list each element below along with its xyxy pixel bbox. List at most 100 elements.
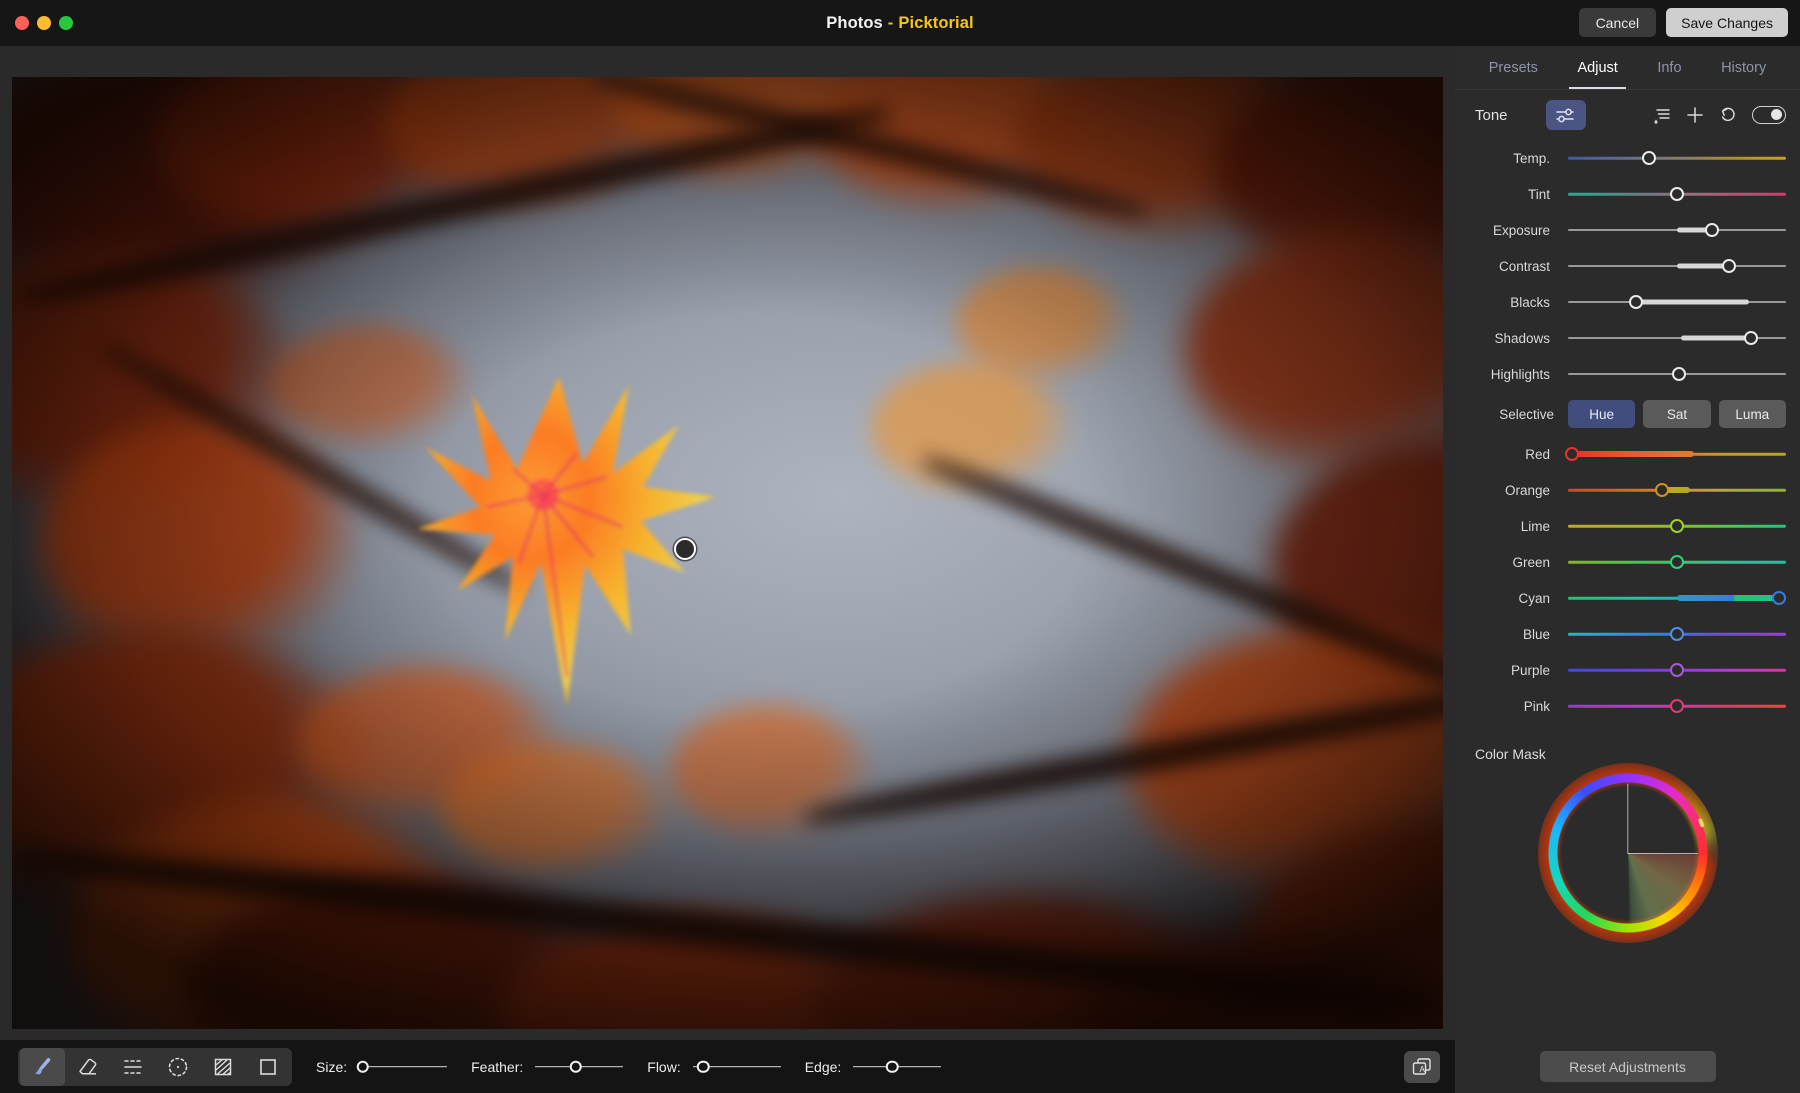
sliders-icon[interactable] bbox=[1546, 100, 1586, 130]
color-slider-row-green: Green bbox=[1455, 544, 1800, 580]
slider-track[interactable] bbox=[1568, 148, 1786, 168]
brush-settings: Size:Feather:Flow:Edge: bbox=[292, 1058, 941, 1076]
brush-slider-track[interactable] bbox=[853, 1058, 941, 1076]
brush-slider-thumb[interactable] bbox=[697, 1060, 710, 1073]
selective-label: Selective bbox=[1455, 407, 1568, 422]
color-slider-track[interactable] bbox=[1568, 480, 1786, 500]
color-slider-thumb[interactable] bbox=[1655, 483, 1669, 497]
brush-slider-thumb[interactable] bbox=[569, 1060, 582, 1073]
close-button[interactable] bbox=[15, 16, 29, 30]
color-slider-label: Cyan bbox=[1455, 591, 1568, 606]
color-wheel[interactable] bbox=[1547, 772, 1709, 934]
slider-track[interactable] bbox=[1568, 256, 1786, 276]
brush-slider-thumb[interactable] bbox=[356, 1060, 369, 1073]
color-slider-track[interactable] bbox=[1568, 660, 1786, 680]
adjust-panel: PresetsAdjustInfoHistory Tone bbox=[1455, 46, 1800, 1040]
title-app-name: Photos bbox=[826, 14, 883, 33]
lines-icon[interactable] bbox=[110, 1048, 155, 1086]
slider-thumb[interactable] bbox=[1705, 223, 1719, 237]
eraser-icon[interactable] bbox=[65, 1048, 110, 1086]
color-slider-thumb[interactable] bbox=[1772, 591, 1786, 605]
tab-history[interactable]: History bbox=[1701, 46, 1786, 89]
hatch-icon[interactable] bbox=[200, 1048, 245, 1086]
selective-mode-group: Hue Sat Luma bbox=[1568, 400, 1786, 428]
tab-info[interactable]: Info bbox=[1638, 46, 1702, 89]
slider-row-shadows: Shadows bbox=[1455, 320, 1800, 356]
dotted-circle-icon[interactable] bbox=[155, 1048, 200, 1086]
brush-slider-label: Feather: bbox=[471, 1059, 523, 1075]
slider-row-contrast: Contrast bbox=[1455, 248, 1800, 284]
photo-preview[interactable] bbox=[12, 77, 1443, 1029]
list-add-icon[interactable] bbox=[1653, 107, 1671, 124]
slider-label: Shadows bbox=[1455, 331, 1568, 346]
canvas-area[interactable] bbox=[0, 46, 1455, 1040]
brush-feather-slider: Feather: bbox=[471, 1058, 623, 1076]
save-changes-button[interactable]: Save Changes bbox=[1666, 8, 1788, 37]
undo-icon[interactable] bbox=[1719, 106, 1737, 124]
color-slider-track[interactable] bbox=[1568, 696, 1786, 716]
slider-label: Temp. bbox=[1455, 151, 1568, 166]
picktorial-window: Photos - Picktorial Cancel Save Changes bbox=[0, 0, 1800, 1093]
color-slider-thumb[interactable] bbox=[1565, 447, 1579, 461]
color-slider-track[interactable] bbox=[1568, 444, 1786, 464]
color-slider-row-cyan: Cyan bbox=[1455, 580, 1800, 616]
tab-adjust[interactable]: Adjust bbox=[1558, 46, 1638, 89]
color-slider-track[interactable] bbox=[1568, 624, 1786, 644]
selective-hue-button[interactable]: Hue bbox=[1568, 400, 1635, 428]
slider-track[interactable] bbox=[1568, 184, 1786, 204]
color-wheel-edge-end[interactable] bbox=[1627, 784, 1628, 854]
brush-slider-thumb[interactable] bbox=[886, 1060, 899, 1073]
brush-icon[interactable] bbox=[20, 1048, 65, 1086]
slider-thumb[interactable] bbox=[1744, 331, 1758, 345]
selective-sat-button[interactable]: Sat bbox=[1643, 400, 1710, 428]
slider-thumb[interactable] bbox=[1672, 367, 1686, 381]
svg-text:A: A bbox=[1420, 1065, 1426, 1074]
slider-thumb[interactable] bbox=[1722, 259, 1736, 273]
panel-tabs: PresetsAdjustInfoHistory bbox=[1455, 46, 1800, 90]
color-slider-thumb[interactable] bbox=[1670, 627, 1684, 641]
slider-track[interactable] bbox=[1568, 292, 1786, 312]
slider-row-exposure: Exposure bbox=[1455, 212, 1800, 248]
color-slider-label: Green bbox=[1455, 555, 1568, 570]
minimize-button[interactable] bbox=[37, 16, 51, 30]
window-title: Photos - Picktorial bbox=[0, 0, 1800, 46]
brush-slider-track[interactable] bbox=[359, 1058, 447, 1076]
slider-track[interactable] bbox=[1568, 364, 1786, 384]
tone-section-title: Tone bbox=[1475, 107, 1508, 124]
brush-size-slider: Size: bbox=[316, 1058, 447, 1076]
rectangle-icon[interactable] bbox=[245, 1048, 290, 1086]
color-slider-thumb[interactable] bbox=[1670, 555, 1684, 569]
color-slider-list: RedOrangeLimeGreenCyanBluePurplePink bbox=[1455, 436, 1800, 724]
slider-track[interactable] bbox=[1568, 220, 1786, 240]
color-slider-row-red: Red bbox=[1455, 436, 1800, 472]
color-slider-thumb[interactable] bbox=[1670, 663, 1684, 677]
bottom-toolbar: Size:Feather:Flow:Edge: A Reset Adjustme… bbox=[0, 1040, 1800, 1093]
reset-adjustments-button[interactable]: Reset Adjustments bbox=[1540, 1051, 1716, 1082]
color-slider-thumb[interactable] bbox=[1670, 699, 1684, 713]
color-slider-track[interactable] bbox=[1568, 552, 1786, 572]
title-separator: - bbox=[888, 14, 894, 33]
zoom-button[interactable] bbox=[59, 16, 73, 30]
plus-icon[interactable] bbox=[1686, 106, 1704, 124]
slider-thumb[interactable] bbox=[1629, 295, 1643, 309]
compare-before-after-icon[interactable]: A bbox=[1404, 1051, 1440, 1083]
brush-slider-track[interactable] bbox=[535, 1058, 623, 1076]
tab-presets[interactable]: Presets bbox=[1469, 46, 1558, 89]
toggle-switch-icon[interactable] bbox=[1752, 106, 1786, 124]
color-slider-track[interactable] bbox=[1568, 588, 1786, 608]
brush-slider-track[interactable] bbox=[693, 1058, 781, 1076]
slider-thumb[interactable] bbox=[1670, 187, 1684, 201]
color-slider-thumb[interactable] bbox=[1670, 519, 1684, 533]
title-brand: Picktorial bbox=[898, 14, 973, 33]
color-wheel-edge-start[interactable] bbox=[1628, 853, 1698, 854]
title-bar-actions: Cancel Save Changes bbox=[1579, 8, 1788, 37]
slider-label: Blacks bbox=[1455, 295, 1568, 310]
slider-label: Contrast bbox=[1455, 259, 1568, 274]
slider-track[interactable] bbox=[1568, 328, 1786, 348]
slider-thumb[interactable] bbox=[1642, 151, 1656, 165]
color-slider-label: Red bbox=[1455, 447, 1568, 462]
color-slider-track[interactable] bbox=[1568, 516, 1786, 536]
cancel-button[interactable]: Cancel bbox=[1579, 8, 1657, 37]
selective-luma-button[interactable]: Luma bbox=[1719, 400, 1786, 428]
brush-cursor[interactable] bbox=[674, 538, 696, 560]
